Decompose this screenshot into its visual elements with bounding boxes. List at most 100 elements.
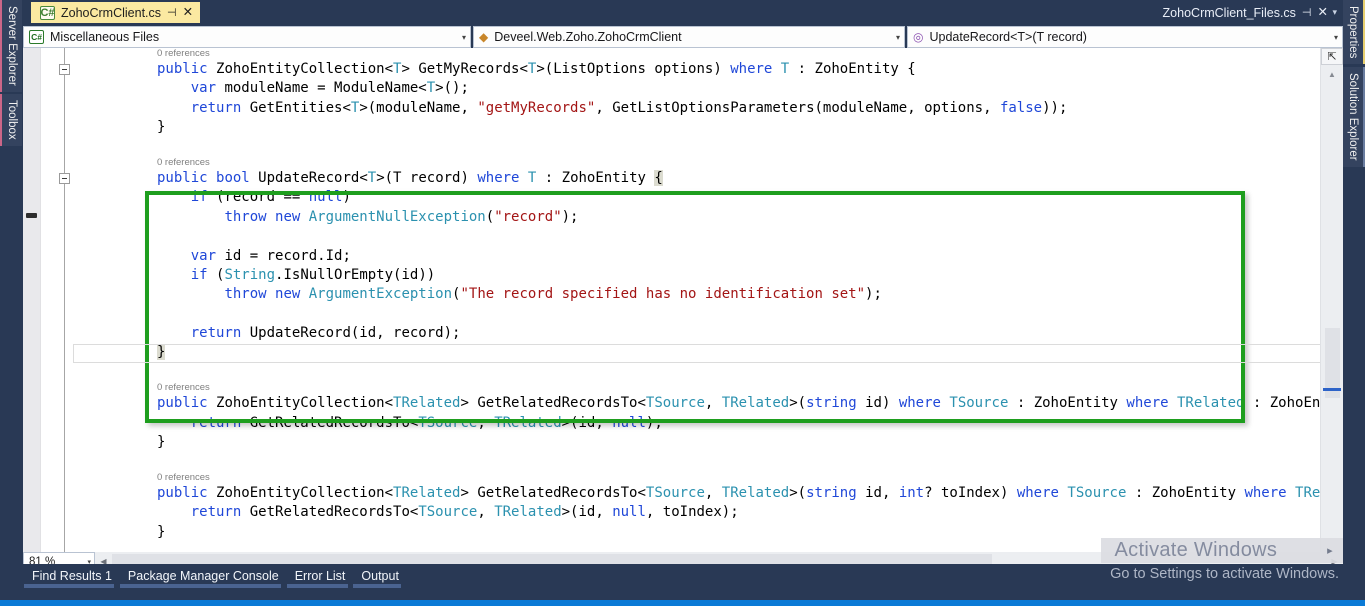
code-line[interactable]: public bool UpdateRecord<T>(T record) wh… xyxy=(73,169,1343,188)
code-token: : ZohoEntity xyxy=(536,169,655,186)
chevron-down-icon[interactable]: ▾ xyxy=(458,33,466,42)
dock-tab-toolbox[interactable]: Toolbox xyxy=(0,93,22,146)
code-references-label[interactable]: 0 references xyxy=(73,157,1343,169)
bottom-tab-underline xyxy=(287,584,348,588)
code-token: String xyxy=(224,266,276,283)
code-token: where xyxy=(1126,395,1177,412)
right-dock-strip: Properties Solution Explorer xyxy=(1343,0,1365,580)
code-text[interactable]: 0 references public ZohoEntityCollection<… xyxy=(73,48,1343,552)
type-combo[interactable]: ◆ Deveel.Web.Zoho.ZohoCrmClient ▾ xyxy=(473,26,905,48)
bottom-tool-tabs: Find Results 1 Package Manager Console Err… xyxy=(0,564,1365,588)
code-token: TSource xyxy=(418,504,478,521)
code-line[interactable] xyxy=(73,305,1343,324)
collapse-toggle-icon[interactable] xyxy=(59,173,70,184)
code-line[interactable]: public ZohoEntityCollection< T > GetMyReco… xyxy=(73,60,1343,79)
code-line[interactable]: } xyxy=(73,343,1343,362)
code-token: : ZohoEntity xyxy=(1126,484,1245,501)
code-token: >(moduleName, xyxy=(359,99,478,116)
code-line[interactable]: var moduleName = ModuleName<T>(); xyxy=(73,79,1343,98)
code-token: ) xyxy=(342,189,351,206)
code-line[interactable] xyxy=(73,363,1343,382)
indicator-margin[interactable] xyxy=(23,48,41,552)
code-references-label[interactable]: 0 references xyxy=(73,472,1343,484)
code-line[interactable] xyxy=(73,138,1343,157)
pin-icon[interactable]: ⊣ xyxy=(1302,6,1312,19)
code-token: "The record specified has no identificat… xyxy=(460,286,866,303)
vertical-scrollbar[interactable]: ⇱ ▲ xyxy=(1320,48,1343,552)
bottom-tab-output[interactable]: Output xyxy=(353,566,407,586)
code-line[interactable]: public ZohoEntityCollection<TRelated> Ge… xyxy=(73,484,1343,503)
code-token: where xyxy=(730,61,781,77)
code-line[interactable]: return UpdateRecord(id, record); xyxy=(73,324,1343,343)
code-line[interactable]: } xyxy=(73,433,1343,452)
bottom-tab-error-list[interactable]: Error List xyxy=(287,566,354,586)
code-line[interactable] xyxy=(73,452,1343,471)
chevron-down-icon[interactable]: ▾ xyxy=(892,33,900,42)
tab-zohocrmclient-cs[interactable]: C# ZohoCrmClient.cs ⊣ ✕ xyxy=(31,2,201,23)
code-token: return xyxy=(190,504,250,521)
bottom-tab-underline xyxy=(24,584,114,588)
code-token: var xyxy=(190,80,225,97)
pin-icon[interactable]: ⊣ xyxy=(167,6,177,19)
code-token: null xyxy=(308,189,343,206)
project-combo-value: Miscellaneous Files xyxy=(50,30,160,44)
code-token: (record == xyxy=(216,189,309,206)
code-token: id, xyxy=(865,484,899,501)
code-token: TRelated xyxy=(721,484,790,501)
code-token: > GetRelatedRecordsTo< xyxy=(460,395,646,412)
chevron-down-icon[interactable]: ▾ xyxy=(1332,7,1337,18)
code-line[interactable]: return GetRelatedRecordsTo<TSource, TRel… xyxy=(73,503,1343,522)
code-line[interactable]: } xyxy=(73,118,1343,137)
type-combo-value: Deveel.Web.Zoho.ZohoCrmClient xyxy=(494,30,682,44)
close-icon[interactable]: ✕ xyxy=(183,6,193,19)
code-token: return xyxy=(190,99,250,116)
code-line[interactable] xyxy=(73,227,1343,246)
code-line[interactable]: return GetEntities<T>(moduleName, "getMy… xyxy=(73,99,1343,118)
code-token: "getMyRecords" xyxy=(477,99,596,116)
code-line[interactable]: throw new ArgumentException("The record … xyxy=(73,285,1343,304)
bottom-tab-underline xyxy=(353,584,401,588)
dock-tab-solution-explorer[interactable]: Solution Explorer xyxy=(1343,67,1365,167)
collapse-toggle-icon[interactable] xyxy=(59,64,70,75)
code-token: public xyxy=(157,61,217,77)
code-editor[interactable]: 0 references public ZohoEntityCollection<… xyxy=(23,48,1343,552)
code-token: ( xyxy=(485,208,495,225)
code-line[interactable]: return GetRelatedRecordsTo<TSource, TRel… xyxy=(73,414,1343,433)
dock-tab-server-explorer[interactable]: Server Explorer xyxy=(0,0,22,92)
code-token: where xyxy=(1016,484,1068,501)
code-token: , toIndex); xyxy=(645,504,739,521)
member-combo[interactable]: ◎ UpdateRecord<T>(T record) ▾ xyxy=(907,26,1343,48)
chevron-down-icon[interactable]: ▾ xyxy=(1330,33,1338,42)
bottom-tab-package-manager-console[interactable]: Package Manager Console xyxy=(120,566,287,586)
code-token: false xyxy=(999,99,1043,116)
code-token: moduleName = ModuleName< xyxy=(224,80,427,97)
split-view-button[interactable]: ⇱ xyxy=(1321,48,1343,65)
project-combo[interactable]: C# Miscellaneous Files ▾ xyxy=(23,26,471,48)
code-line[interactable]: if (String.IsNullOrEmpty(id)) xyxy=(73,266,1343,285)
code-references-label[interactable]: 0 references xyxy=(73,382,1343,394)
code-token: GetRelatedRecordsTo< xyxy=(249,414,419,431)
code-token: public xyxy=(157,484,217,501)
scroll-up-arrow-icon[interactable]: ▲ xyxy=(1321,66,1343,82)
code-line[interactable]: } xyxy=(73,523,1343,542)
code-token: throw xyxy=(224,208,276,225)
close-icon[interactable]: ✕ xyxy=(1318,6,1328,19)
dock-tab-properties[interactable]: Properties xyxy=(1343,0,1365,65)
code-token: { xyxy=(654,169,663,186)
code-token: TRelated xyxy=(393,395,461,412)
tab-zohocrmclient-files-cs[interactable]: ZohoCrmClient_Files.cs ⊣ ✕ ▾ xyxy=(1154,2,1337,23)
bookmark-marker-icon[interactable] xyxy=(26,213,37,218)
code-token: T xyxy=(426,80,436,97)
code-token: TSource xyxy=(645,484,705,501)
code-token: public xyxy=(157,169,217,186)
bottom-tab-find-results-1[interactable]: Find Results 1 xyxy=(24,566,120,586)
code-line[interactable]: if (record == null) xyxy=(73,188,1343,207)
code-references-label[interactable]: 0 references xyxy=(73,48,1343,60)
code-line[interactable]: var id = record.Id; xyxy=(73,247,1343,266)
code-token: TRelated xyxy=(494,414,562,431)
code-line[interactable]: public ZohoEntityCollection<TRelated> Ge… xyxy=(73,394,1343,413)
code-line[interactable]: throw new ArgumentNullException("record"… xyxy=(73,208,1343,227)
code-token: GetEntities< xyxy=(249,99,351,116)
